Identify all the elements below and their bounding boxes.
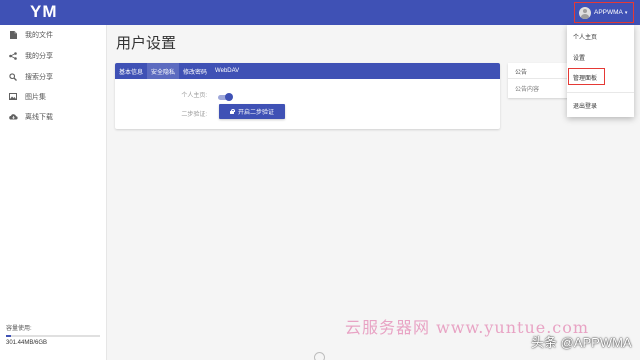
scroll-down-icon[interactable]	[314, 352, 325, 360]
profile-label: 个人主页:	[181, 93, 207, 99]
app-logo[interactable]: YM	[30, 2, 58, 22]
notice-title: 公告	[515, 70, 528, 76]
notice-panel: 公告 公告内容	[508, 63, 571, 98]
settings-tabs: 基本信息 安全隐私 修改密码 WebDAV	[115, 63, 500, 79]
page-title: 用户设置	[116, 35, 177, 52]
menu-item-logout[interactable]: 退出登录	[567, 97, 634, 113]
menu-item-label: 管理面板	[573, 76, 598, 82]
sidebar-item-search-shares[interactable]: 搜索分享	[0, 68, 107, 86]
storage-title: 容量使用:	[6, 326, 32, 332]
avatar-icon	[579, 6, 591, 19]
author-credit: 头条 @APPWMA	[531, 335, 632, 350]
menu-item-label: 设置	[573, 56, 586, 62]
tab-webdav[interactable]: WebDAV	[211, 63, 243, 79]
sidebar-item-gallery[interactable]: 图片集	[0, 88, 107, 106]
image-icon	[9, 93, 17, 101]
sidebar-item-label: 搜索分享	[25, 74, 53, 81]
menu-item-admin-panel[interactable]: 管理面板	[567, 69, 634, 85]
sidebar-item-label: 离线下载	[25, 114, 53, 121]
profile-toggle[interactable]	[217, 93, 233, 101]
lock-icon	[230, 109, 235, 114]
storage-value: 301.44MB/6GB	[6, 340, 48, 346]
sidebar-item-label: 我的分享	[25, 53, 53, 60]
sidebar-item-label: 我的文件	[25, 32, 53, 39]
top-app-bar: YM APPWMA ▾	[0, 0, 640, 25]
settings-card: 基本信息 安全隐私 修改密码 WebDAV 个人主页: 二步验证: 开启二步验证	[115, 63, 500, 129]
share-icon	[9, 52, 17, 60]
user-menu-button[interactable]: APPWMA ▾	[574, 2, 634, 23]
menu-item-label: 退出登录	[573, 104, 598, 110]
cloud-download-icon	[9, 113, 18, 121]
toggle-knob	[225, 93, 233, 101]
divider	[508, 78, 571, 79]
sidebar-item-my-shares[interactable]: 我的分享	[0, 47, 107, 65]
tab-security-privacy[interactable]: 安全隐私	[147, 63, 180, 79]
file-icon	[9, 31, 17, 39]
enable-two-factor-button[interactable]: 开启二步验证	[219, 104, 285, 119]
notice-content: 公告内容	[515, 87, 540, 93]
chevron-down-icon: ▾	[624, 9, 628, 16]
tab-change-password[interactable]: 修改密码	[179, 63, 211, 79]
menu-item-settings[interactable]: 设置	[567, 49, 634, 65]
tab-basic-info[interactable]: 基本信息	[115, 63, 147, 79]
user-name: APPWMA	[594, 9, 623, 16]
sidebar-item-offline-download[interactable]: 离线下载	[0, 108, 107, 126]
user-dropdown-menu: 个人主页 设置 管理面板 退出登录	[567, 25, 634, 117]
enable-two-factor-label: 开启二步验证	[237, 110, 274, 116]
sidebar-item-my-files[interactable]: 我的文件	[0, 26, 107, 44]
two-factor-label: 二步验证:	[181, 112, 207, 118]
divider	[567, 92, 634, 93]
menu-item-profile[interactable]: 个人主页	[567, 28, 634, 44]
sidebar-item-label: 图片集	[25, 94, 46, 101]
sidebar: 我的文件 我的分享 搜索分享 图片集 离线下载 容量使用: 301.44MB/6…	[0, 25, 107, 360]
storage-progress-fill	[6, 335, 11, 337]
storage-usage: 容量使用: 301.44MB/6GB	[6, 323, 102, 346]
storage-progress-bar	[6, 335, 100, 337]
search-icon	[9, 73, 17, 81]
menu-item-label: 个人主页	[573, 35, 598, 41]
